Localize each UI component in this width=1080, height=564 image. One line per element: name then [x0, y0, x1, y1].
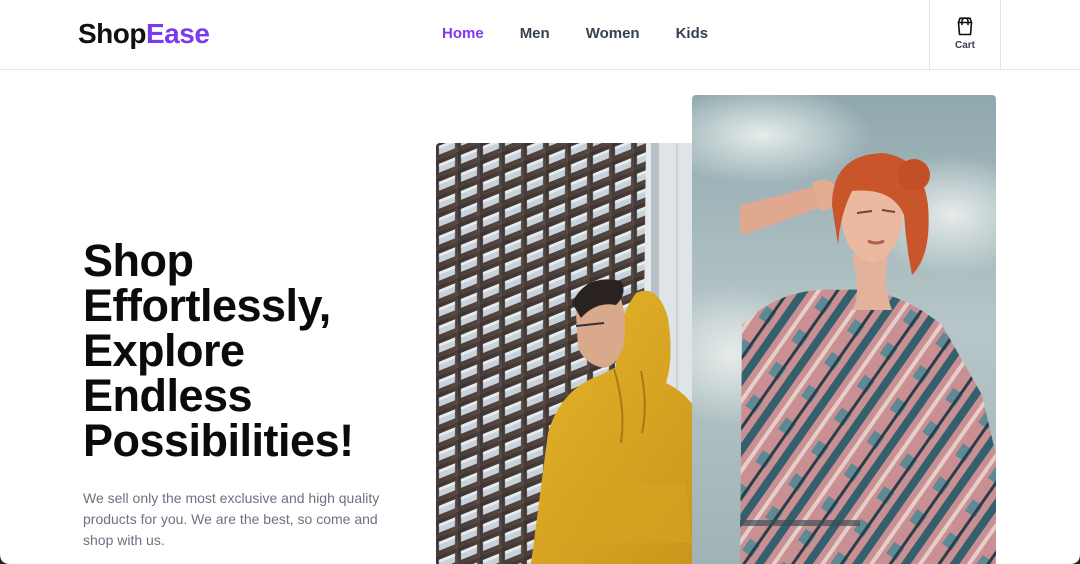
cart-button[interactable]: Cart — [929, 0, 1001, 70]
cart-label: Cart — [954, 40, 975, 51]
hero-title: Shop Effortlessly, Explore Endless Possi… — [83, 235, 354, 466]
main-nav: Home Men Women Kids — [442, 24, 708, 44]
brand-logo[interactable]: ShopEase — [78, 16, 210, 52]
nav-item-women[interactable]: Women — [586, 24, 640, 44]
brand-part-ease: Ease — [146, 18, 210, 49]
nav-item-men[interactable]: Men — [520, 24, 550, 44]
nav-item-kids[interactable]: Kids — [676, 24, 709, 44]
window-corner-right — [1070, 554, 1080, 564]
nav-item-home[interactable]: Home — [442, 24, 484, 44]
site-header: ShopEase Home Men Women Kids Cart — [0, 0, 1080, 70]
window-corner-left — [0, 554, 10, 564]
shopping-bag-icon — [957, 17, 973, 36]
hero-description: We sell only the most exclusive and high… — [83, 490, 380, 548]
woman-in-patterned-shirt-photo — [692, 95, 996, 564]
brand-part-shop: Shop — [78, 18, 147, 49]
hero-image-woman — [692, 95, 996, 564]
